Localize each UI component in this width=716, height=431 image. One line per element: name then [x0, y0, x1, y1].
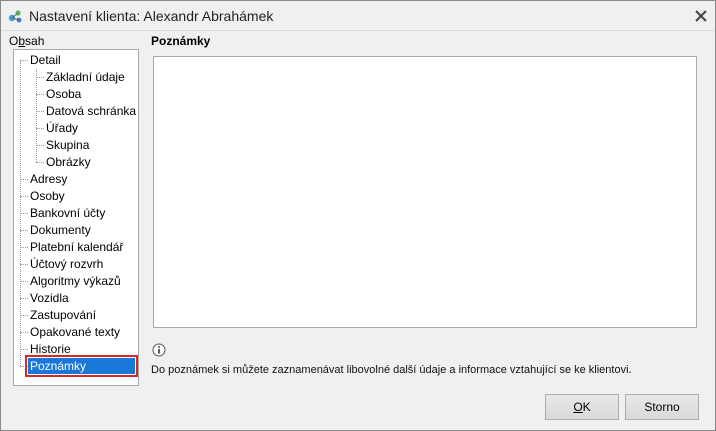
tree-item-4[interactable]: Datová schránka: [44, 103, 138, 119]
title-bar: Nastavení klienta: Alexandr Abrahámek: [1, 1, 715, 31]
window-title: Nastavení klienta: Alexandr Abrahámek: [29, 8, 274, 24]
tree-item-9[interactable]: Osoby: [28, 188, 67, 204]
notes-textarea[interactable]: [153, 56, 697, 328]
tree-branch-connector: [20, 332, 28, 333]
tree-item-8[interactable]: Adresy: [28, 171, 69, 187]
tree-branch-connector: [36, 162, 44, 163]
tree-item-18[interactable]: Historie: [28, 341, 73, 357]
tree-branch-connector: [36, 128, 44, 129]
tree-item-15[interactable]: Vozidla: [28, 290, 71, 306]
tree-branch-connector: [20, 281, 28, 282]
tree-item-11[interactable]: Dokumenty: [28, 222, 93, 238]
tree-branch-connector: [20, 298, 28, 299]
close-button[interactable]: [691, 6, 711, 26]
tree-branch-connector: [20, 60, 28, 61]
tree-item-14[interactable]: Algoritmy výkazů: [28, 273, 123, 289]
tree-item-19[interactable]: Poznámky: [25, 355, 138, 377]
tree-branch-connector: [20, 366, 28, 367]
tree-branch-connector: [20, 264, 28, 265]
tree-branch-connector: [36, 94, 44, 95]
tree-branch-connector: [20, 247, 28, 248]
tree-item-17[interactable]: Opakované texty: [28, 324, 122, 340]
tree-item-16[interactable]: Zastupování: [28, 307, 98, 323]
tree-item-12[interactable]: Platební kalendář: [28, 239, 125, 255]
tree-child-connector: [36, 69, 37, 162]
tree-branch-connector: [20, 213, 28, 214]
tree-item-5[interactable]: Úřady: [44, 120, 80, 136]
close-icon: [695, 10, 707, 22]
dialog-window: Nastavení klienta: Alexandr Abrahámek Ob…: [0, 0, 716, 431]
tree-item-13[interactable]: Účtový rozvrh: [28, 256, 105, 272]
info-text: Do poznámek si můžete zaznamenávat libov…: [151, 364, 632, 376]
tree-branch-connector: [20, 349, 28, 350]
tree-branch-connector: [20, 230, 28, 231]
info-icon: [152, 343, 166, 357]
tree-item-10[interactable]: Bankovní účty: [28, 205, 107, 221]
ok-button[interactable]: OK: [545, 394, 619, 420]
contents-label: Obsah: [9, 34, 45, 48]
storno-button[interactable]: Storno: [625, 394, 699, 420]
tree-branch-connector: [20, 315, 28, 316]
tree-branch-connector: [20, 179, 28, 180]
tree-branch-connector: [36, 145, 44, 146]
tree-item-7[interactable]: Obrázky: [44, 154, 93, 170]
app-people-icon: [7, 8, 23, 24]
tree-item-1[interactable]: Detail: [28, 52, 63, 68]
tree-branch-connector: [20, 196, 28, 197]
tree-item-2[interactable]: Základní údaje: [44, 69, 127, 85]
tree-branch-connector: [36, 77, 44, 78]
contents-tree[interactable]: Detail Základní údaje Osoba Datová schránka…: [13, 49, 139, 386]
tree-item-3[interactable]: Osoba: [44, 86, 83, 102]
tree-item-6[interactable]: Skupina: [44, 137, 91, 153]
section-title: Poznámky: [151, 34, 211, 48]
tree-branch-connector: [36, 111, 44, 112]
